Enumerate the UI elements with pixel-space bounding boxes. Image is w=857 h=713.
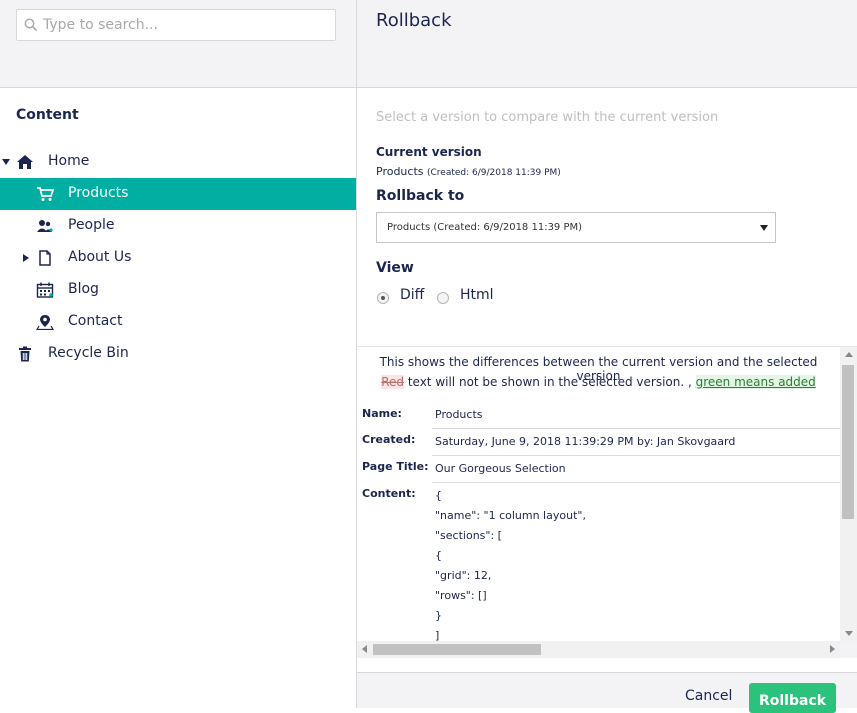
horizontal-scroll-thumb[interactable] bbox=[373, 644, 541, 655]
diff-legend-text: text will not be shown in the selected v… bbox=[404, 375, 696, 389]
content-line: "name": "1 column layout", bbox=[435, 509, 586, 522]
tree-section-title: Content bbox=[16, 107, 79, 123]
dialog-title: Rollback bbox=[376, 10, 452, 31]
content-line: "grid": 12, bbox=[435, 569, 492, 582]
tree-item-label: About Us bbox=[68, 249, 132, 265]
scroll-right-icon[interactable] bbox=[830, 645, 835, 653]
caret-right-icon[interactable] bbox=[22, 254, 30, 262]
diff-legend: Red text will not be shown in the select… bbox=[357, 375, 840, 389]
diff-legend-red: Red bbox=[381, 375, 405, 389]
tree-item-label: People bbox=[68, 217, 115, 233]
rollback-version-select[interactable]: Products (Created: 6/9/2018 11:39 PM) bbox=[376, 212, 776, 243]
search-icon bbox=[24, 18, 38, 32]
cart-icon bbox=[37, 187, 54, 201]
tree-item-products[interactable]: Products bbox=[0, 178, 357, 210]
rollback-version-selected: Products (Created: 6/9/2018 11:39 PM) bbox=[387, 222, 583, 233]
current-version-created: (Created: 6/9/2018 11:39 PM) bbox=[427, 168, 561, 178]
prop-divider bbox=[432, 428, 840, 429]
html-radio[interactable] bbox=[437, 292, 449, 304]
tree-item-contact[interactable]: Contact bbox=[0, 306, 357, 338]
prop-name: Content: bbox=[362, 487, 416, 500]
people-icon bbox=[37, 220, 53, 232]
tree-item-blog[interactable]: Blog bbox=[0, 274, 357, 306]
diff-panel[interactable]: This shows the differences between the c… bbox=[357, 346, 857, 658]
document-icon bbox=[39, 250, 51, 266]
calendar-icon bbox=[36, 282, 54, 298]
tree-item-label: Recycle Bin bbox=[48, 345, 129, 361]
tree-item-label: Products bbox=[68, 185, 129, 201]
prop-divider bbox=[432, 455, 840, 456]
current-version-label: Current version bbox=[376, 145, 482, 159]
prop-name: Created: bbox=[362, 433, 416, 446]
content-line: "rows": [] bbox=[435, 589, 487, 602]
tree-item-about-us[interactable]: About Us bbox=[0, 242, 357, 274]
trash-icon bbox=[19, 346, 31, 362]
tree-item-people[interactable]: People bbox=[0, 210, 357, 242]
content-line: "sections": [ bbox=[435, 529, 502, 542]
html-radio-label[interactable]: Html bbox=[460, 287, 494, 303]
tree-header bbox=[0, 0, 357, 88]
diff-legend-green: green means added bbox=[695, 375, 816, 389]
map-pin-icon bbox=[36, 315, 54, 330]
search-input[interactable] bbox=[41, 10, 331, 40]
horizontal-scrollbar[interactable] bbox=[357, 641, 840, 658]
diff-content: This shows the differences between the c… bbox=[357, 347, 840, 641]
rollback-to-label: Rollback to bbox=[376, 188, 465, 204]
home-icon bbox=[17, 155, 33, 169]
diff-radio-label[interactable]: Diff bbox=[400, 287, 424, 303]
tree-item-label: Home bbox=[48, 153, 90, 169]
content-line: { bbox=[435, 549, 442, 562]
content-line: { bbox=[435, 489, 442, 502]
intro-text: Select a version to compare with the cur… bbox=[376, 110, 719, 125]
prop-name: Page Title: bbox=[362, 460, 429, 473]
current-version-value: Products (Created: 6/9/2018 11:39 PM) bbox=[376, 165, 561, 178]
tree-item-recycle-bin[interactable]: Recycle Bin bbox=[0, 338, 357, 370]
vertical-scroll-thumb[interactable] bbox=[842, 365, 854, 519]
dropdown-arrow-icon bbox=[760, 225, 768, 231]
caret-down-icon[interactable] bbox=[2, 158, 10, 166]
scroll-up-icon[interactable] bbox=[845, 352, 853, 357]
content-tree: Content Home Products People About Us Bl… bbox=[0, 88, 357, 708]
tree-item-home[interactable]: Home bbox=[0, 146, 357, 178]
prop-name: Name: bbox=[362, 407, 402, 420]
prop-value: Our Gorgeous Selection bbox=[435, 462, 566, 475]
tree-item-label: Blog bbox=[68, 281, 99, 297]
rollback-button[interactable]: Rollback bbox=[749, 683, 836, 713]
current-version-name: Products bbox=[376, 165, 424, 178]
vertical-scrollbar[interactable] bbox=[840, 347, 857, 641]
search-box[interactable] bbox=[16, 9, 336, 41]
scroll-left-icon[interactable] bbox=[362, 645, 367, 653]
tree-item-label: Contact bbox=[68, 313, 123, 329]
dialog-header: Rollback bbox=[357, 0, 857, 88]
scroll-down-icon[interactable] bbox=[845, 631, 853, 636]
prop-value: Saturday, June 9, 2018 11:39:29 PM by: J… bbox=[435, 435, 736, 448]
prop-value: Products bbox=[435, 408, 483, 421]
content-line: ] bbox=[435, 629, 440, 641]
diff-radio[interactable] bbox=[377, 292, 389, 304]
cancel-button[interactable]: Cancel bbox=[685, 688, 732, 704]
prop-divider bbox=[432, 482, 840, 483]
content-line: } bbox=[435, 609, 442, 622]
view-label: View bbox=[376, 260, 414, 276]
